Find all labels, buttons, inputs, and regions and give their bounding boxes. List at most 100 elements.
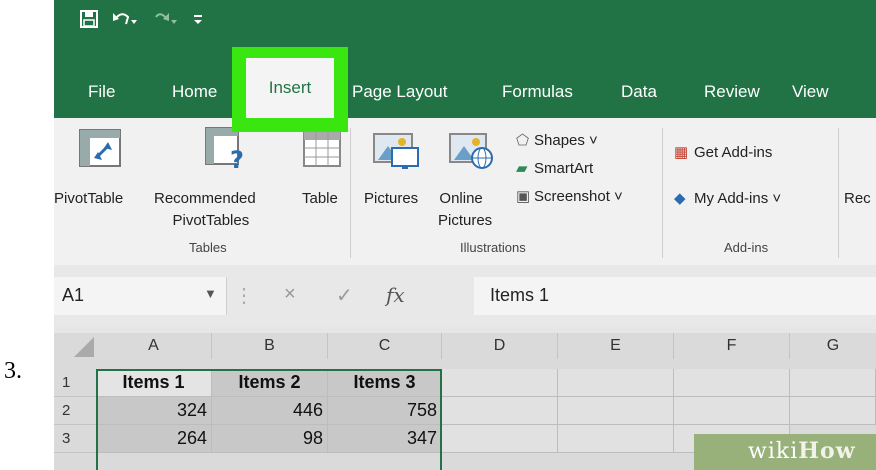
- insert-ribbon: PivotTable ? Recommended PivotTables Tab…: [54, 118, 876, 266]
- my-addins-button[interactable]: ◆ My Add-ins ˅: [674, 188, 781, 210]
- cell-a2[interactable]: 324: [96, 397, 212, 425]
- screenshot-button[interactable]: ▣ Screenshot ˅: [516, 186, 623, 208]
- cell-a1[interactable]: Items 1: [96, 369, 212, 397]
- online-pictures-button[interactable]: Online Pictures: [430, 188, 492, 232]
- save-icon[interactable]: [80, 10, 98, 28]
- cell-e1[interactable]: [558, 369, 674, 397]
- shapes-button[interactable]: ⬠ Shapes ˅: [516, 130, 598, 152]
- table-label: Table: [302, 190, 338, 207]
- pictures-button[interactable]: Pictures: [364, 188, 418, 210]
- cell-f1[interactable]: [674, 369, 790, 397]
- smartart-icon: ▰: [516, 160, 528, 177]
- recommended-pivottables-button[interactable]: Recommended PivotTables: [154, 188, 256, 232]
- column-header-f[interactable]: F: [674, 333, 790, 359]
- cell-a3[interactable]: 264: [96, 425, 212, 453]
- cell-d3[interactable]: [442, 425, 558, 453]
- tab-insert[interactable]: Insert: [246, 58, 334, 118]
- group-separator: [350, 128, 351, 258]
- addins-icon: ◆: [674, 190, 686, 207]
- group-addins-label: Add-ins: [724, 240, 769, 255]
- recommended-pivottables-label-2: PivotTables: [172, 212, 250, 229]
- get-addins-button[interactable]: ▦ Get Add-ins: [674, 142, 772, 164]
- formula-input[interactable]: Items 1: [474, 277, 876, 315]
- column-header-e[interactable]: E: [558, 333, 674, 359]
- recommended-charts-label: Rec: [844, 190, 871, 207]
- quick-access-toolbar: [80, 10, 204, 28]
- name-box[interactable]: A1 ▼: [54, 277, 227, 315]
- pivottable-label: PivotTable: [54, 190, 124, 207]
- column-header-c[interactable]: C: [328, 333, 442, 359]
- recommended-pivottables-label: Recommended: [154, 190, 256, 207]
- watermark-how: How: [798, 438, 856, 464]
- cell-c1[interactable]: Items 3: [328, 369, 442, 397]
- cell-g2[interactable]: [790, 397, 876, 425]
- tab-view[interactable]: View: [792, 82, 829, 102]
- screenshot-label: Screenshot ˅: [534, 188, 623, 205]
- insert-tab-highlight: Insert: [232, 47, 348, 132]
- step-number: 3.: [4, 358, 22, 384]
- cell-f2[interactable]: [674, 397, 790, 425]
- recommended-charts-button[interactable]: Rec: [844, 188, 871, 210]
- row-header-2[interactable]: 2: [54, 397, 96, 425]
- excel-window: File Home Page Layout Formulas Data Revi…: [54, 0, 876, 470]
- store-icon: ▦: [674, 144, 689, 161]
- online-pictures-label: Online: [439, 190, 483, 207]
- enter-icon[interactable]: ✓: [336, 283, 386, 308]
- tab-page-layout[interactable]: Page Layout: [352, 82, 447, 102]
- tab-formulas[interactable]: Formulas: [502, 82, 573, 102]
- screenshot-icon: ▣: [516, 188, 531, 205]
- cell-e2[interactable]: [558, 397, 674, 425]
- table-icon: [302, 130, 342, 173]
- column-header-g[interactable]: G: [790, 333, 876, 359]
- column-header-d[interactable]: D: [442, 333, 558, 359]
- row-header-1[interactable]: 1: [54, 369, 96, 397]
- tab-file[interactable]: File: [88, 82, 115, 102]
- cell-c3[interactable]: 347: [328, 425, 442, 453]
- group-illustrations-label: Illustrations: [460, 240, 526, 255]
- column-header-a[interactable]: A: [96, 333, 212, 359]
- my-addins-label: My Add-ins ˅: [694, 190, 782, 207]
- watermark-wiki: wiki: [748, 439, 799, 464]
- wikihow-watermark: wikiHow: [694, 434, 876, 470]
- tab-home[interactable]: Home: [172, 82, 217, 102]
- row-header-3[interactable]: 3: [54, 425, 96, 453]
- cell-b2[interactable]: 446: [212, 397, 328, 425]
- customize-icon[interactable]: [192, 12, 204, 26]
- chevron-down-icon[interactable]: ▼: [204, 286, 217, 301]
- pivottable-button[interactable]: PivotTable: [54, 188, 123, 210]
- select-all-icon[interactable]: [54, 333, 96, 359]
- ribbon-tabs: File Home Page Layout Formulas Data Revi…: [54, 60, 876, 118]
- formula-bar: A1 ▼ ⋮ × ✓ fx Items 1: [54, 265, 876, 327]
- formula-buttons: ⋮ × ✓ fx: [234, 283, 426, 308]
- title-bar: [54, 0, 876, 60]
- cancel-icon[interactable]: ×: [284, 283, 336, 308]
- pictures-icon: [372, 130, 420, 175]
- smartart-button[interactable]: ▰ SmartArt: [516, 158, 593, 180]
- tab-review[interactable]: Review: [704, 82, 760, 102]
- column-header-b[interactable]: B: [212, 333, 328, 359]
- get-addins-label: Get Add-ins: [694, 144, 773, 161]
- group-tables-label: Tables: [189, 240, 227, 255]
- more-icon: ⋮: [234, 285, 254, 307]
- undo-icon[interactable]: [112, 10, 138, 28]
- name-box-value: A1: [62, 285, 85, 305]
- cell-b3[interactable]: 98: [212, 425, 328, 453]
- cell-d1[interactable]: [442, 369, 558, 397]
- cell-b1[interactable]: Items 2: [212, 369, 328, 397]
- insert-function-icon[interactable]: fx: [386, 283, 426, 308]
- cell-c2[interactable]: 758: [328, 397, 442, 425]
- tab-insert-label: Insert: [268, 78, 312, 97]
- cell-g1[interactable]: [790, 369, 876, 397]
- pictures-label: Pictures: [364, 190, 419, 207]
- recommended-pivottables-icon: ?: [204, 126, 250, 175]
- formula-value: Items 1: [490, 285, 550, 305]
- table-button[interactable]: Table: [302, 188, 338, 210]
- cell-e3[interactable]: [558, 425, 674, 453]
- smartart-label: SmartArt: [534, 160, 594, 177]
- shapes-icon: ⬠: [516, 132, 530, 149]
- group-separator-2: [662, 128, 663, 258]
- group-separator-3: [838, 128, 839, 258]
- redo-icon[interactable]: [152, 10, 178, 28]
- tab-data[interactable]: Data: [621, 82, 657, 102]
- cell-d2[interactable]: [442, 397, 558, 425]
